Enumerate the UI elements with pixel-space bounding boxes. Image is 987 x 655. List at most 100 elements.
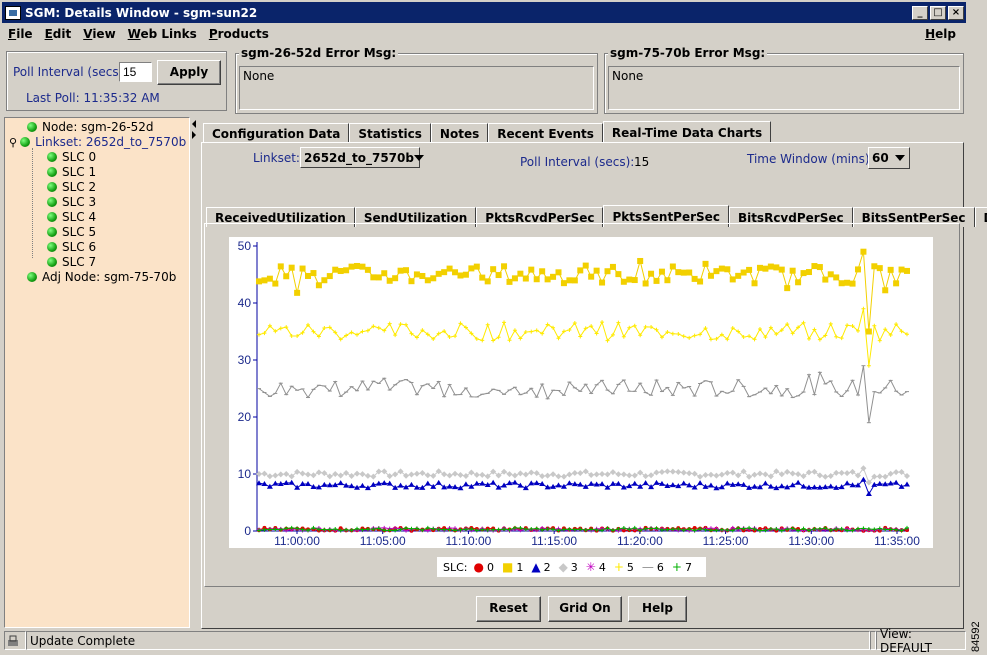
menu-products[interactable]: Products [203, 27, 275, 41]
series-1-point [511, 275, 518, 282]
series-3-point [419, 470, 426, 477]
x-tick-label: 11:25:00 [703, 534, 749, 548]
menu-help[interactable]: Help [919, 27, 962, 41]
series-1-point [697, 278, 704, 285]
tree-slc-item[interactable]: SLC 4 [47, 210, 96, 224]
poll-interval-input[interactable] [119, 62, 152, 82]
status-ok-icon [47, 212, 57, 222]
series-1-point [321, 277, 328, 284]
tab-notes[interactable]: Notes [430, 123, 489, 143]
series-3-point [805, 469, 812, 476]
split-pane-divider[interactable] [190, 117, 198, 628]
series-2-point [424, 480, 431, 486]
series-2-point [795, 479, 802, 485]
chart-plot: 0 10 20 30 40 50 11:00:00 11:05:00 11:10:00 11:15… [229, 237, 933, 548]
series-2-point [462, 481, 469, 487]
tree-slc-item[interactable]: SLC 5 [47, 225, 96, 239]
series-2-point [321, 481, 328, 487]
series-3-point [816, 472, 823, 479]
series-3-point [631, 472, 638, 479]
close-button[interactable]: × [948, 5, 964, 20]
series-2-point [413, 484, 420, 490]
series-2-point [637, 483, 644, 489]
series-1-point [854, 266, 861, 273]
linkset-select[interactable]: 2652d_to_7570b [300, 147, 424, 168]
series-3-point [326, 473, 333, 480]
series-2-point [381, 480, 388, 486]
series-1-point [778, 266, 785, 273]
app-icon [5, 5, 21, 20]
apply-button[interactable]: Apply [157, 60, 221, 85]
series-1-point [604, 268, 611, 275]
tree-slc-item[interactable]: SLC 7 [47, 255, 96, 269]
window-title: SGM: Details Window - sgm-sun22 [25, 5, 258, 20]
tab-drops[interactable]: Drops [974, 207, 987, 227]
help-button[interactable]: Help [628, 596, 687, 622]
minimize-button[interactable]: _ [912, 5, 928, 20]
reset-button[interactable]: Reset [476, 596, 541, 622]
series-1-point [871, 263, 878, 270]
series-3-point [664, 468, 671, 475]
series-1-point [648, 270, 655, 277]
title-bar[interactable]: SGM: Details Window - sgm-sun22 _ □ × [2, 2, 966, 23]
tree-linkset-item[interactable]: ⚲ Linkset: 2652d_to_7570b [9, 135, 186, 149]
series-5-point [905, 332, 909, 337]
legend-item: ▲ 2 [531, 560, 550, 574]
series-3-point [680, 469, 687, 476]
series-1-point [310, 270, 317, 277]
series-3-point [893, 469, 900, 476]
series-1-point [653, 277, 660, 284]
series-1-point [506, 278, 513, 285]
legend-label: 4 [598, 560, 606, 574]
series-2-point [337, 480, 344, 486]
status-ok-icon [47, 182, 57, 192]
series-1-point [528, 266, 535, 273]
tree-linkset-label: Linkset: 2652d_to_7570b [35, 135, 187, 149]
status-ok-icon [47, 242, 57, 252]
series-5-point [872, 323, 877, 328]
series-3-point [751, 471, 758, 478]
tree-slc-item[interactable]: SLC 3 [47, 195, 96, 209]
series-1-point [424, 277, 431, 284]
series-2-point [751, 483, 758, 489]
time-window-select[interactable]: 60 [868, 147, 910, 169]
series-1-point [784, 285, 791, 292]
menu-edit[interactable]: Edit [39, 27, 78, 41]
series-3-point [539, 473, 546, 480]
tab-real-time-data-charts[interactable]: Real-Time Data Charts [602, 121, 772, 143]
grid-on-button[interactable]: Grid On [548, 596, 622, 622]
series-3-point [441, 471, 448, 478]
series-3-point [332, 471, 339, 478]
tree-slc-item[interactable]: SLC 1 [47, 165, 96, 179]
series-3-point [887, 470, 894, 477]
series-1-point [501, 263, 508, 270]
series-1-point [876, 265, 883, 272]
tree-adj-node-item[interactable]: Adj Node: sgm-75-70b [27, 270, 176, 284]
series-2-point [811, 484, 818, 490]
series-5-point [600, 320, 605, 325]
series-3-point [713, 472, 720, 479]
tree-slc-item[interactable]: SLC 6 [47, 240, 96, 254]
menu-view[interactable]: View [77, 27, 121, 41]
legend-label: 3 [570, 560, 578, 574]
status-ok-icon [47, 227, 57, 237]
series-5-point [278, 326, 283, 331]
status-icon-cell [4, 631, 26, 650]
series-1-point [446, 265, 453, 272]
tree-slc-item[interactable]: SLC 2 [47, 180, 96, 194]
tab-configuration-data[interactable]: Configuration Data [203, 123, 350, 143]
tree-slc-item[interactable]: SLC 0 [47, 150, 96, 164]
tree-node-item[interactable]: Node: sgm-26-52d [27, 120, 154, 134]
series-2-point [893, 479, 900, 485]
tab-recent-events[interactable]: Recent Events [488, 123, 603, 143]
series-3-point [305, 471, 312, 478]
series-2-point [599, 481, 606, 487]
tab-statistics[interactable]: Statistics [349, 123, 431, 143]
series-5-point [632, 323, 637, 328]
menu-file[interactable]: File [2, 27, 39, 41]
series-1-point [462, 271, 469, 278]
menu-web-links[interactable]: Web Links [122, 27, 203, 41]
series-1-point [566, 277, 573, 284]
series-3-point [675, 468, 682, 475]
maximize-button[interactable]: □ [930, 5, 946, 20]
